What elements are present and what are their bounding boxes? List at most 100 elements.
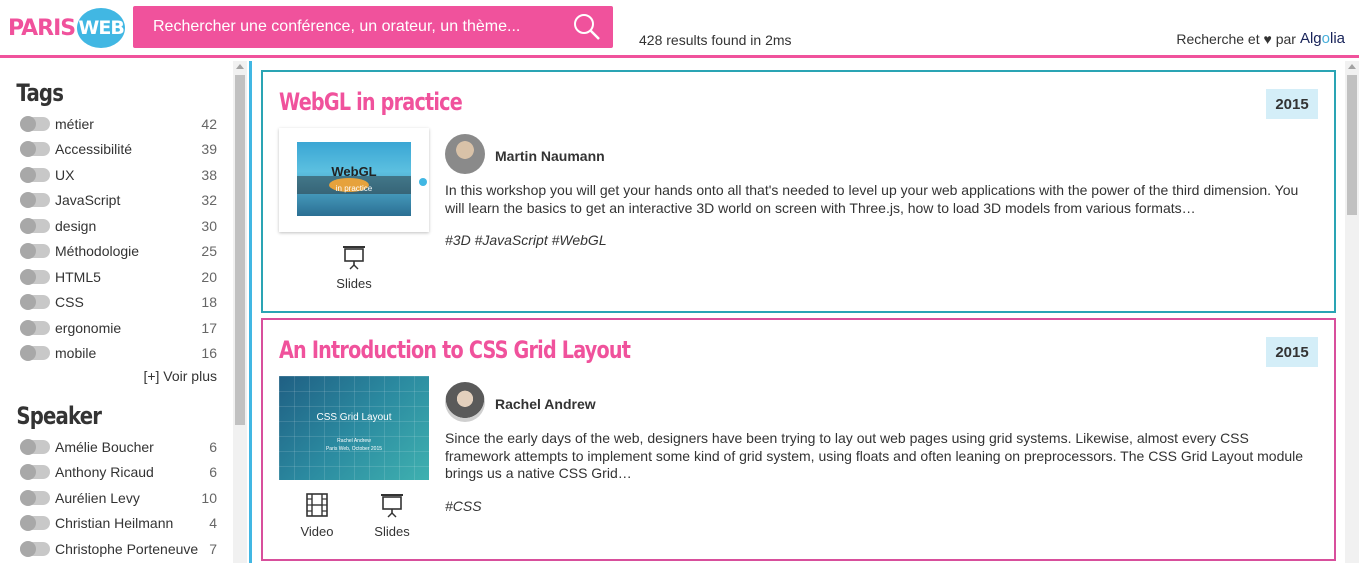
facet-label: Anthony Ricaud [55, 464, 154, 481]
toggle-switch[interactable] [20, 243, 50, 260]
result-title[interactable]: WebGL in practice [279, 88, 463, 116]
header: PARIS WEB 428 results found in 2ms Reche… [0, 0, 1359, 58]
thumbnail-title: CSS Grid Layout [316, 412, 392, 423]
facet-label: métier [55, 115, 94, 132]
toggle-switch[interactable] [20, 319, 50, 336]
tags-facet-title: Tags [16, 79, 64, 107]
thumbnail-dot [419, 178, 427, 186]
search-input[interactable] [133, 6, 563, 48]
toggle-switch[interactable] [20, 166, 50, 183]
presentation-icon [381, 494, 403, 518]
tag-facet-item[interactable]: design 30 [0, 213, 234, 239]
toggle-switch[interactable] [20, 489, 50, 506]
paris-web-logo[interactable]: PARIS WEB [8, 8, 126, 48]
toggle-switch[interactable] [20, 294, 50, 311]
toggle-switch[interactable] [20, 192, 50, 209]
presentation-icon [343, 246, 365, 270]
facet-label: design [55, 217, 97, 234]
result-title[interactable]: An Introduction to CSS Grid Layout [279, 336, 631, 364]
facet-label: mobile [55, 345, 97, 362]
result-card[interactable]: An Introduction to CSS Grid Layout 2015 … [261, 318, 1336, 561]
slides-label: Slides [374, 524, 410, 539]
year-badge: 2015 [1266, 89, 1318, 119]
slides-thumbnail[interactable]: CSS Grid Layout Rachel Andrew Paris Web,… [279, 376, 429, 480]
powered-by-text: Recherche et ♥ par [1176, 30, 1296, 47]
tag-facet-item[interactable]: UX 38 [0, 162, 234, 188]
logo-web-badge: WEB [77, 8, 126, 48]
toggle-switch[interactable] [20, 438, 50, 455]
speaker-avatar [445, 382, 485, 422]
facet-label: JavaScript [55, 192, 121, 209]
thumbnail-image: WebGL in practice [297, 142, 411, 216]
result-tags: #CSS [445, 498, 482, 514]
result-tags: #3D #JavaScript #WebGL [445, 232, 607, 248]
tag-facet-item[interactable]: Accessibilité 39 [0, 137, 234, 163]
search-icon[interactable] [573, 13, 601, 41]
facet-count: 6 [209, 464, 217, 481]
tag-facet-item[interactable]: JavaScript 32 [0, 188, 234, 214]
speaker-facet-item[interactable]: Aurélien Levy 10 [0, 485, 234, 511]
toggle-switch[interactable] [20, 515, 50, 532]
tag-facet-item[interactable]: ergonomie 17 [0, 315, 234, 341]
facet-label: Aurélien Levy [55, 489, 140, 506]
facet-label: Christophe Porteneuve [55, 540, 199, 557]
speaker-facet-list: Amélie Boucher 6 Anthony Ricaud 6 Aurélien L… [0, 434, 234, 562]
speaker-facet-item[interactable]: Christophe Porteneuve 7 [0, 536, 234, 562]
logo-paris-text: PARIS [8, 15, 76, 41]
facet-count: 30 [201, 217, 217, 234]
tag-facet-item[interactable]: CSS 18 [0, 290, 234, 316]
tag-facet-item[interactable]: mobile 16 [0, 341, 234, 367]
result-card[interactable]: WebGL in practice 2015 WebGL in practice… [261, 70, 1336, 313]
facet-count: 32 [201, 192, 217, 209]
facet-count: 25 [201, 243, 217, 260]
sidebar-scrollbar-thumb[interactable] [235, 75, 245, 425]
results-scrollbar[interactable] [1345, 61, 1359, 563]
video-label: Video [300, 524, 334, 539]
facet-sidebar: Tags métier 42 Accessibilité 39 UX 38 JavaScri… [0, 61, 234, 563]
tag-facet-item[interactable]: Méthodologie 25 [0, 239, 234, 265]
toggle-switch[interactable] [20, 345, 50, 362]
scroll-up-arrow-icon[interactable] [1348, 64, 1356, 69]
toggle-switch[interactable] [20, 115, 50, 132]
facet-count: 6 [209, 438, 217, 455]
toggle-switch[interactable] [20, 217, 50, 234]
voir-plus-link[interactable]: [+] Voir plus [0, 368, 234, 384]
facet-label: Amélie Boucher [55, 438, 154, 455]
speaker-name[interactable]: Rachel Andrew [495, 396, 596, 412]
year-badge: 2015 [1266, 337, 1318, 367]
facet-count: 7 [209, 540, 217, 557]
toggle-switch[interactable] [20, 540, 50, 557]
video-link[interactable]: Video [287, 492, 347, 539]
algolia-logo-o: o [1321, 30, 1330, 47]
results-scrollbar-thumb[interactable] [1347, 75, 1357, 215]
algolia-logo-a: Alg [1299, 30, 1322, 47]
scroll-up-arrow-icon[interactable] [236, 64, 244, 69]
powered-by: Recherche et ♥ par Algolia [1176, 30, 1345, 47]
speaker-facet-item[interactable]: Amélie Boucher 6 [0, 434, 234, 460]
speaker-name[interactable]: Martin Naumann [495, 148, 605, 164]
speaker-facet-item[interactable]: Anthony Ricaud 6 [0, 460, 234, 486]
toggle-switch[interactable] [20, 141, 50, 158]
algolia-logo[interactable]: Algolia [1300, 30, 1345, 47]
tag-facet-item[interactable]: métier 42 [0, 111, 234, 137]
facet-count: 38 [201, 166, 217, 183]
facet-label: HTML5 [55, 268, 101, 285]
speaker-facet-title: Speaker [16, 402, 102, 430]
facet-count: 42 [201, 115, 217, 132]
facet-label: Méthodologie [55, 243, 140, 260]
toggle-switch[interactable] [20, 268, 50, 285]
slides-link[interactable]: Slides [362, 492, 422, 539]
facet-count: 18 [201, 294, 217, 311]
speaker-facet-item[interactable]: Christian Heilmann 4 [0, 511, 234, 537]
toggle-switch[interactable] [20, 464, 50, 481]
facet-count: 39 [201, 141, 217, 158]
tags-facet-list: métier 42 Accessibilité 39 UX 38 JavaScript 32 d… [0, 111, 234, 366]
sidebar-scrollbar[interactable] [233, 61, 247, 563]
tag-facet-item[interactable]: HTML5 20 [0, 264, 234, 290]
slides-thumbnail[interactable]: WebGL in practice [279, 128, 429, 232]
facet-count: 10 [201, 489, 217, 506]
result-description: In this workshop you will get your hands… [445, 182, 1299, 216]
film-icon [306, 493, 328, 517]
thumbnail-date: Paris Web, October 2015 [325, 446, 383, 452]
slides-link[interactable]: Slides [324, 244, 384, 291]
